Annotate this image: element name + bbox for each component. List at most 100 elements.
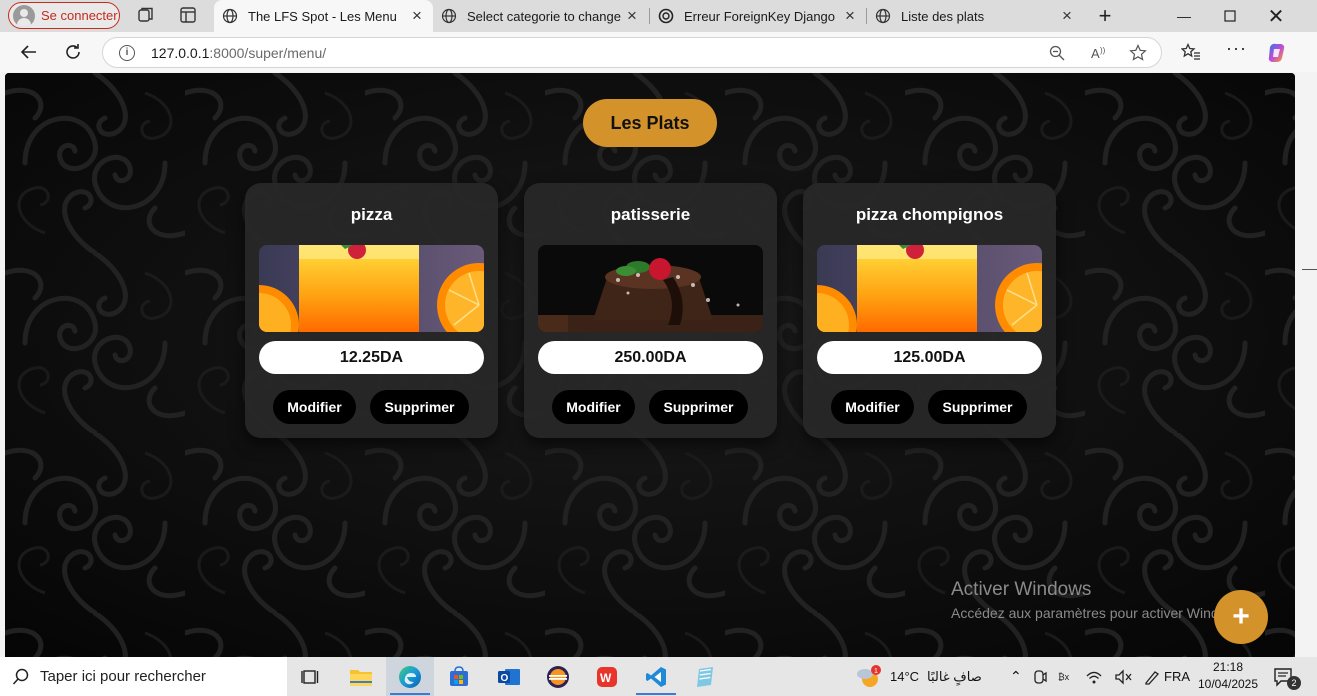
delete-button[interactable]: Supprimer xyxy=(370,390,469,424)
tab-les-menu[interactable]: The LFS Spot - Les Menu × xyxy=(214,0,433,32)
favorites-icon[interactable] xyxy=(1181,43,1201,61)
favorite-star-icon[interactable] xyxy=(1129,44,1147,62)
dish-image-chocolate-cake xyxy=(538,245,763,332)
clock-date: 10/04/2025 xyxy=(1197,677,1259,691)
tab-title: Liste des plats xyxy=(901,8,985,24)
back-arrow-icon xyxy=(20,45,36,59)
close-tab-icon[interactable]: × xyxy=(842,6,858,26)
globe-icon xyxy=(875,8,891,24)
wifi-icon[interactable] xyxy=(1085,669,1103,685)
system-tray-icons: ⌃ ₿x xyxy=(1010,657,1161,696)
add-dish-button[interactable]: + xyxy=(1214,590,1268,644)
modify-button[interactable]: Modifier xyxy=(273,390,356,424)
close-tab-icon[interactable]: × xyxy=(409,6,425,26)
dish-image-orange-juice xyxy=(259,245,484,332)
pen-icon[interactable] xyxy=(1143,669,1161,685)
tab-erreur-foreignkey[interactable]: Erreur ForeignKey Django × xyxy=(650,0,866,32)
modify-button[interactable]: Modifier xyxy=(831,390,914,424)
dish-image-orange-juice xyxy=(817,245,1042,332)
svg-text:1: 1 xyxy=(874,668,878,675)
scroll-marker xyxy=(1302,269,1317,270)
globe-icon xyxy=(222,8,238,24)
language-indicator[interactable]: FRA xyxy=(1164,657,1190,696)
tab-title: The LFS Spot - Les Menu xyxy=(248,8,397,24)
close-tab-icon[interactable]: × xyxy=(624,6,640,26)
notepad-icon xyxy=(697,666,713,687)
clock[interactable]: 21:18 10/04/2025 xyxy=(1196,659,1260,693)
profile-label: Se connecter xyxy=(41,8,118,23)
folder-icon xyxy=(350,669,372,686)
svg-text:₿x: ₿x xyxy=(1058,672,1070,682)
maximize-icon xyxy=(1224,10,1236,22)
page-viewport: Les Plats pizza 12.25DA Modifier Supprim… xyxy=(5,73,1295,657)
search-icon xyxy=(12,668,29,685)
notepad-app[interactable] xyxy=(681,657,729,696)
workspaces-icon[interactable] xyxy=(137,6,155,24)
svg-text:)): )) xyxy=(1100,46,1106,55)
delete-button[interactable]: Supprimer xyxy=(928,390,1027,424)
new-tab-button[interactable]: + xyxy=(1082,0,1128,32)
volume-muted-icon[interactable] xyxy=(1114,668,1132,685)
vscode-icon xyxy=(646,666,666,687)
dish-card: patisserie 250.00DA Modifier Supprimer xyxy=(524,183,777,438)
modify-button[interactable]: Modifier xyxy=(552,390,635,424)
windows-taskbar: Taper ici pour rechercher O W 1 14°C صاف… xyxy=(0,657,1317,696)
dish-price: 12.25DA xyxy=(259,341,484,374)
wps-office-app[interactable]: W xyxy=(583,657,631,696)
eclipse-icon xyxy=(547,665,569,688)
dish-card: pizza 12.25DA Modifier Supprimer xyxy=(245,183,498,438)
watermark-title: Activer Windows xyxy=(951,579,1092,600)
svg-text:O: O xyxy=(501,673,509,684)
close-tab-icon[interactable]: × xyxy=(1059,6,1075,26)
back-button[interactable] xyxy=(17,40,41,64)
file-explorer-app[interactable] xyxy=(337,657,385,696)
browser-tab-bar: Se connecter The LFS Spot - Les Menu × S… xyxy=(0,0,1317,32)
edge-app[interactable] xyxy=(386,657,434,696)
dish-name: pizza chompignos xyxy=(855,205,1004,224)
url-field[interactable]: i 127.0.0.1:8000/super/menu/ A)) xyxy=(102,37,1162,68)
vscode-app[interactable] xyxy=(632,657,680,696)
wps-icon: W xyxy=(597,666,617,687)
close-window-button[interactable]: ✕ xyxy=(1253,0,1299,32)
keyboard-layout-icon[interactable]: ₿x xyxy=(1058,669,1074,685)
globe-icon xyxy=(441,8,457,24)
delete-button[interactable]: Supprimer xyxy=(649,390,748,424)
tab-liste-des-plats[interactable]: Liste des plats × xyxy=(867,0,1083,32)
eclipse-app[interactable] xyxy=(534,657,582,696)
store-icon xyxy=(450,665,468,686)
maximize-button[interactable] xyxy=(1207,0,1253,32)
notification-center-button[interactable]: 2 xyxy=(1273,657,1301,696)
dish-name: patisserie xyxy=(610,205,691,224)
dish-price: 125.00DA xyxy=(817,341,1042,374)
search-placeholder: Taper ici pour rechercher xyxy=(40,668,206,685)
more-options-icon[interactable]: ··· xyxy=(1226,38,1247,59)
watermark-subtitle: Accédez aux paramètres pour activer Wind… xyxy=(951,605,1248,621)
taskbar-search[interactable]: Taper ici pour rechercher xyxy=(0,657,287,696)
svg-text:W: W xyxy=(600,671,612,685)
refresh-icon xyxy=(66,44,80,59)
read-aloud-icon[interactable]: A)) xyxy=(1090,44,1108,62)
store-app[interactable] xyxy=(435,657,483,696)
clock-time: 21:18 xyxy=(1212,660,1244,674)
zoom-icon[interactable] xyxy=(1049,45,1065,61)
chevron-up-icon[interactable]: ⌃ xyxy=(1010,668,1022,685)
tab-title: Erreur ForeignKey Django xyxy=(684,8,836,24)
address-bar-row: i 127.0.0.1:8000/super/menu/ A)) ··· xyxy=(0,32,1317,72)
weather-widget[interactable]: 1 14°C صافٍ غالبًا xyxy=(856,657,982,696)
tab-actions-icon[interactable] xyxy=(179,6,197,24)
profile-avatar-icon xyxy=(13,4,35,27)
site-info-icon[interactable]: i xyxy=(119,44,135,61)
minimize-button[interactable]: — xyxy=(1161,0,1207,32)
outlook-app[interactable]: O xyxy=(485,657,533,696)
outlook-icon: O xyxy=(498,668,520,685)
meet-now-icon[interactable] xyxy=(1033,669,1047,685)
edge-icon xyxy=(399,665,421,688)
tab-title: Select categorie to change | D xyxy=(467,8,624,24)
tab-select-categorie[interactable]: Select categorie to change | D × xyxy=(433,0,648,32)
profile-button[interactable]: Se connecter xyxy=(8,2,120,29)
copilot-icon[interactable] xyxy=(1266,42,1288,64)
task-view-button[interactable] xyxy=(287,657,335,696)
weather-description: صافٍ غالبًا xyxy=(927,668,982,684)
url-text: 127.0.0.1:8000/super/menu/ xyxy=(151,44,327,61)
refresh-button[interactable] xyxy=(61,40,85,64)
